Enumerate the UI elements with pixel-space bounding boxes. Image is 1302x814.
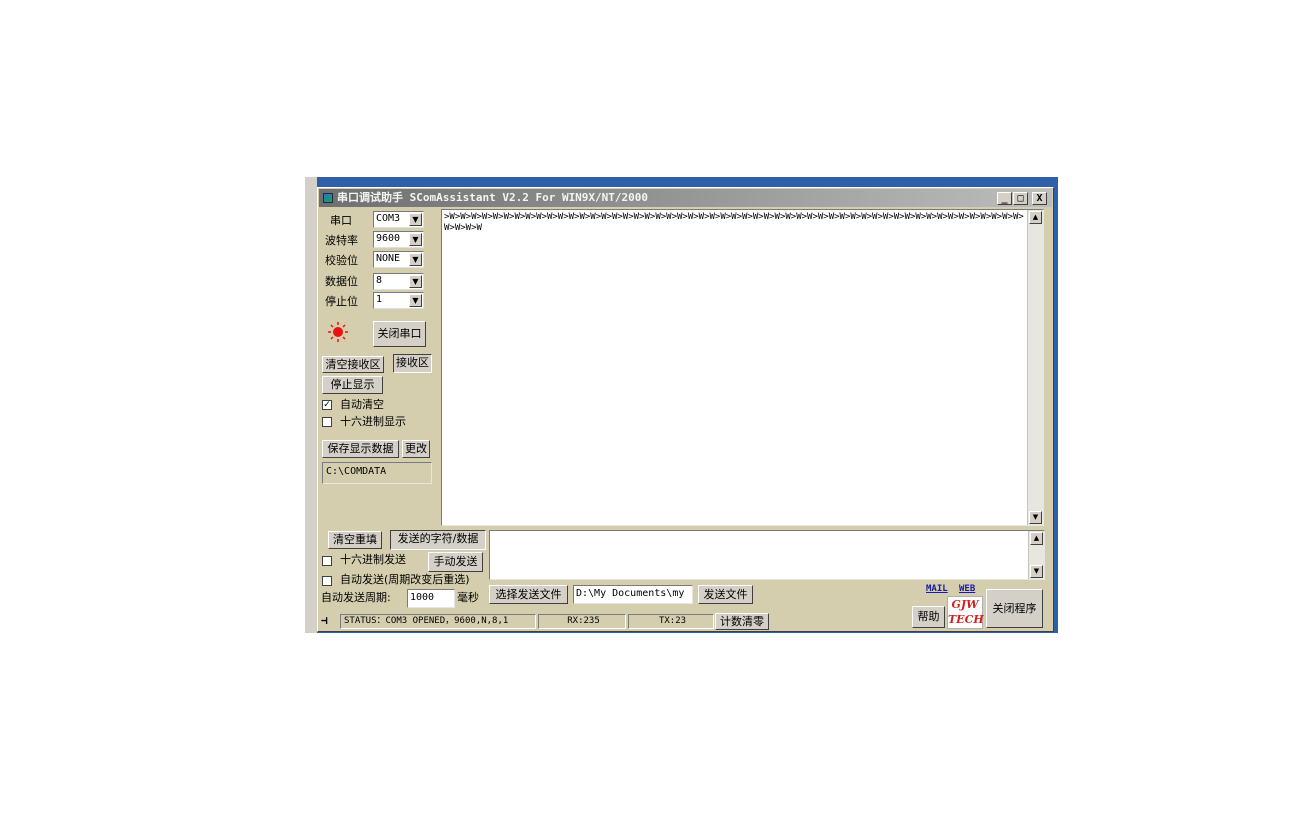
logo-line1: GJW (951, 598, 979, 611)
hex-send-checkbox[interactable] (322, 556, 332, 566)
chevron-down-icon[interactable]: ▼ (409, 233, 422, 246)
close-window-button[interactable]: X (1032, 192, 1047, 205)
stopbits-value: 1 (376, 294, 383, 305)
red-led-icon (327, 321, 349, 343)
hex-display-label: 十六进制显示 (340, 415, 406, 428)
chevron-down-icon[interactable]: ▼ (409, 213, 422, 226)
chevron-down-icon[interactable]: ▼ (409, 275, 422, 288)
clear-refill-button[interactable]: 清空重填 (328, 531, 382, 549)
close-port-button[interactable]: 关闭串口 (373, 321, 426, 347)
auto-send-checkbox[interactable] (322, 576, 332, 586)
port-value: COM3 (376, 213, 401, 224)
auto-clear-checkbox[interactable]: ✓ (322, 400, 332, 410)
baud-value: 9600 (376, 233, 401, 244)
send-chars-label: 发送的字符/数据 (390, 530, 486, 550)
app-window: 串口调试助手 SComAssistant V2.2 For WIN9X/NT/2… (317, 187, 1054, 632)
port-label: 串口 (330, 214, 352, 227)
manual-send-button[interactable]: 手动发送 (428, 552, 483, 572)
receive-content: >W>W>W>W>W>W>W>W>W>W>W>W>W>W>W>W>W>W>W>W… (444, 212, 1024, 233)
help-button[interactable]: 帮助 (912, 606, 945, 628)
stopbits-select[interactable]: 1 ▼ (373, 292, 424, 309)
port-select[interactable]: COM3 ▼ (373, 211, 424, 228)
scroll-up-icon[interactable]: ▲ (1030, 532, 1043, 545)
auto-period-label: 自动发送周期: (321, 591, 391, 604)
maximize-button[interactable]: □ (1013, 192, 1028, 205)
window-title: 串口调试助手 SComAssistant V2.2 For WIN9X/NT/2… (337, 191, 649, 204)
tx-count: TX:23 (628, 614, 714, 629)
file-path-field[interactable]: D:\My Documents\my (573, 585, 693, 604)
baud-label: 波特率 (325, 234, 358, 247)
status-text: STATUS：COM3 OPENED，9600,N,8,1 (340, 614, 536, 629)
auto-period-unit: 毫秒 (457, 591, 479, 604)
exit-program-button[interactable]: 关闭程序 (986, 589, 1043, 628)
stop-display-button[interactable]: 停止显示 (322, 376, 383, 394)
app-icon (323, 193, 333, 203)
minimize-button[interactable]: _ (997, 192, 1012, 205)
databits-value: 8 (376, 275, 383, 286)
parity-value: NONE (376, 253, 401, 264)
databits-label: 数据位 (325, 275, 358, 288)
web-link[interactable]: WEB (959, 584, 975, 594)
scroll-up-icon[interactable]: ▲ (1029, 211, 1042, 224)
mail-link[interactable]: MAIL (926, 584, 948, 594)
select-file-button[interactable]: 选择发送文件 (489, 585, 568, 604)
send-textarea[interactable]: ▲ ▼ (489, 530, 1045, 580)
auto-send-label: 自动发送(周期改变后重选) (340, 573, 470, 586)
parity-label: 校验位 (325, 254, 358, 267)
receive-area-label: 接收区 (393, 354, 432, 373)
chevron-down-icon[interactable]: ▼ (409, 294, 422, 307)
auto-clear-label: 自动清空 (340, 398, 384, 411)
auto-period-input[interactable]: 1000 (407, 589, 455, 608)
send-file-button[interactable]: 发送文件 (698, 585, 753, 604)
title-bar[interactable]: 串口调试助手 SComAssistant V2.2 For WIN9X/NT/2… (319, 189, 1052, 207)
scroll-down-icon[interactable]: ▼ (1030, 565, 1043, 578)
logo-line2: TECH (948, 613, 984, 626)
scroll-down-icon[interactable]: ▼ (1029, 511, 1042, 524)
stopbits-label: 停止位 (325, 295, 358, 308)
receive-scrollbar[interactable]: ▲ ▼ (1027, 210, 1043, 525)
save-data-button[interactable]: 保存显示数据 (322, 440, 399, 458)
gjw-tech-logo: GJW TECH (947, 596, 984, 629)
receive-textarea[interactable]: >W>W>W>W>W>W>W>W>W>W>W>W>W>W>W>W>W>W>W>W… (441, 209, 1044, 526)
chevron-down-icon[interactable]: ▼ (409, 253, 422, 266)
rx-count: RX:235 (538, 614, 626, 629)
save-path-field: C:\COMDATA (322, 462, 432, 484)
send-scrollbar[interactable]: ▲ ▼ (1028, 531, 1044, 579)
pin-icon: ⊣ (321, 614, 328, 627)
clear-receive-button[interactable]: 清空接收区 (322, 356, 384, 373)
change-path-button[interactable]: 更改 (402, 440, 430, 458)
reset-count-button[interactable]: 计数清零 (715, 613, 769, 630)
baud-select[interactable]: 9600 ▼ (373, 231, 424, 248)
hex-display-checkbox[interactable] (322, 417, 332, 427)
parity-select[interactable]: NONE ▼ (373, 251, 424, 268)
databits-select[interactable]: 8 ▼ (373, 273, 424, 290)
hex-send-label: 十六进制发送 (340, 553, 406, 566)
desktop-left-strip (305, 177, 317, 633)
